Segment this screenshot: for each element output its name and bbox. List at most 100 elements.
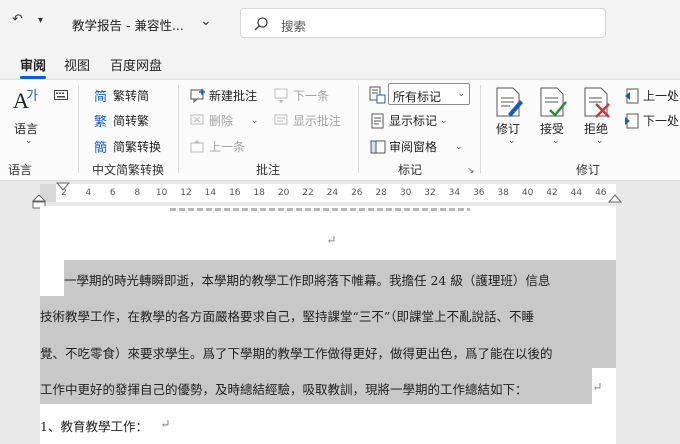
language-dropdown-icon[interactable]: ⌄ [25, 136, 33, 146]
first-line-indent-marker[interactable] [56, 182, 70, 192]
title-chevron-down-icon[interactable]: ⌄ [200, 13, 212, 29]
next-comment-icon [274, 88, 290, 104]
group-label-comments: 批注 [256, 163, 281, 177]
show-comments-button[interactable]: 显示批注 [274, 112, 341, 129]
traditional-to-simplified-label: 繁转简 [113, 89, 150, 103]
paragraph-line-3[interactable]: 覺、不吃零食）來要求學生。爲了下學期的教學工作做得更好，做得更出色，爲了能在以後… [40, 343, 553, 362]
tab-review[interactable]: 审阅 [20, 55, 46, 74]
ruler-number: 4 [85, 188, 92, 198]
ruler-number: 16 [229, 188, 241, 198]
delete-dropdown-icon[interactable]: ⌄ [251, 116, 259, 126]
tab-baidu-netdisk[interactable]: 百度网盘 [110, 55, 162, 74]
dialog-launcher-icon[interactable]: ↘ [467, 166, 475, 176]
group-label-chinese-conversion: 中文简繁转换 [92, 163, 165, 177]
ruler-number: 30 [399, 188, 412, 198]
paragraph-line-2[interactable]: 技術教學工作，在教學的各方面嚴格要求自己，堅持課堂“三不”（即課堂上不亂說話、不… [40, 306, 534, 325]
ruler-number: 28 [375, 188, 387, 198]
search-input[interactable]: 搜索 [240, 8, 606, 38]
ruler-number: 14 [204, 188, 217, 198]
accept-change-icon [540, 87, 567, 117]
paragraph-mark: ↵ [160, 416, 171, 431]
previous-change-label: 上一处 [643, 89, 680, 103]
divider [78, 85, 79, 173]
ruler-number: 44 [570, 188, 583, 198]
show-comments-icon [274, 113, 290, 129]
delete-comment-label: 删除 [209, 114, 234, 128]
heading-education-work[interactable]: 1、教育教學工作： [40, 416, 148, 435]
search-placeholder: 搜索 [281, 19, 307, 34]
svg-text:簡: 簡 [94, 141, 107, 155]
traditional-to-simplified-icon: 简 [94, 88, 110, 105]
group-label-tracking: 标记 [398, 163, 423, 177]
simplified-to-traditional-icon: 繁 [94, 113, 110, 130]
chinese-conversion-button[interactable]: 簡 简繁转换 [94, 138, 162, 156]
accept-change-button[interactable]: 接受 [540, 120, 564, 137]
show-markup-dropdown-icon[interactable]: ⌄ [440, 116, 448, 126]
ribbon-tabs: 审阅 视图 百度网盘 [0, 46, 680, 78]
previous-change-icon [624, 88, 640, 104]
show-comments-label: 显示批注 [293, 114, 342, 128]
simplified-to-traditional-button[interactable]: 繁 简转繁 [94, 112, 150, 130]
ruler-number: 12 [180, 188, 192, 198]
markup-view-select[interactable]: 所有标记 ⌄ [388, 83, 470, 105]
tab-view[interactable]: 视图 [64, 55, 90, 74]
markup-view-value: 所有标记 [393, 90, 442, 104]
language-label: 语言 [14, 122, 39, 136]
track-changes-icon [496, 87, 523, 117]
paragraph-line-4[interactable]: 工作中更好的發揮自己的優勢，及時總結經驗，吸取教訓，現將一學期的工作總結如下： [40, 379, 528, 398]
cut-off-heading-line [170, 206, 470, 212]
title-bar: ↶ ▾ 教学报告 - 兼容性... ⌄ 搜索 [0, 0, 680, 46]
ruler-number: 18 [253, 188, 265, 198]
delete-comment-button[interactable]: 删除 ⌄ [190, 112, 259, 129]
customize-quick-access-icon[interactable]: ▾ [38, 15, 43, 26]
new-comment-icon [190, 88, 206, 104]
keyboard-icon[interactable] [54, 90, 68, 100]
show-markup-icon [370, 113, 386, 129]
simplified-to-traditional-label: 简转繁 [113, 114, 150, 128]
divider [480, 85, 481, 173]
reject-dropdown-icon[interactable]: ⌄ [596, 136, 604, 146]
ruler-number: 22 [302, 188, 314, 198]
chinese-conversion-icon: 簡 [94, 139, 110, 156]
language-button[interactable]: A 가 [12, 86, 40, 112]
ruler-number: 24 [326, 188, 339, 198]
svg-text:简: 简 [94, 89, 107, 104]
track-changes-button[interactable]: 修订 [496, 120, 520, 137]
search-icon [254, 17, 268, 31]
next-change-button[interactable]: 下一处 [624, 112, 679, 129]
reviewing-pane-button[interactable]: 审阅窗格 ⌄ [370, 138, 463, 155]
reviewing-pane-icon [370, 139, 386, 155]
right-indent-marker[interactable] [608, 194, 622, 204]
traditional-to-simplified-button[interactable]: 简 繁转简 [94, 87, 150, 105]
svg-text:가: 가 [26, 89, 38, 104]
undo-icon[interactable]: ↶ [12, 12, 23, 27]
chevron-down-icon: ⌄ [457, 89, 465, 99]
chinese-conversion-label: 简繁转换 [113, 140, 162, 154]
markup-display-icon[interactable] [368, 86, 386, 104]
ruler-number: 38 [497, 188, 509, 198]
reviewing-pane-label: 审阅窗格 [389, 140, 438, 154]
paragraph-mark: ↵ [592, 379, 603, 394]
new-comment-button[interactable]: 新建批注 [190, 87, 257, 104]
next-comment-label: 下一条 [293, 89, 330, 103]
reject-change-icon [584, 87, 610, 118]
previous-change-button[interactable]: 上一处 [624, 87, 679, 104]
divider [358, 85, 359, 173]
paragraph-mark: ↵ [326, 232, 337, 247]
reject-change-button[interactable]: 拒绝 [584, 120, 608, 137]
ruler-number: 8 [134, 188, 141, 198]
reviewing-pane-dropdown-icon[interactable]: ⌄ [455, 142, 463, 152]
language-icon: A 가 [13, 88, 38, 112]
ruler-number: 6 [109, 188, 116, 198]
show-markup-button[interactable]: 显示标记 ⌄ [370, 112, 448, 129]
next-comment-button[interactable]: 下一条 [274, 87, 329, 104]
previous-comment-button[interactable]: 上一条 [190, 138, 245, 155]
ruler-number: 34 [448, 188, 461, 198]
accept-dropdown-icon[interactable]: ⌄ [552, 136, 560, 146]
paragraph-line-1[interactable]: 一學期的時光轉瞬即逝，本學期的教學工作即將落下帷幕。我擔任 24 級（護理班）信… [64, 270, 550, 289]
previous-comment-icon [190, 139, 206, 155]
next-change-label: 下一处 [643, 114, 680, 128]
next-change-icon [624, 113, 640, 129]
document-title[interactable]: 教学报告 - 兼容性... [72, 15, 184, 34]
track-changes-dropdown-icon[interactable]: ⌄ [508, 136, 516, 146]
